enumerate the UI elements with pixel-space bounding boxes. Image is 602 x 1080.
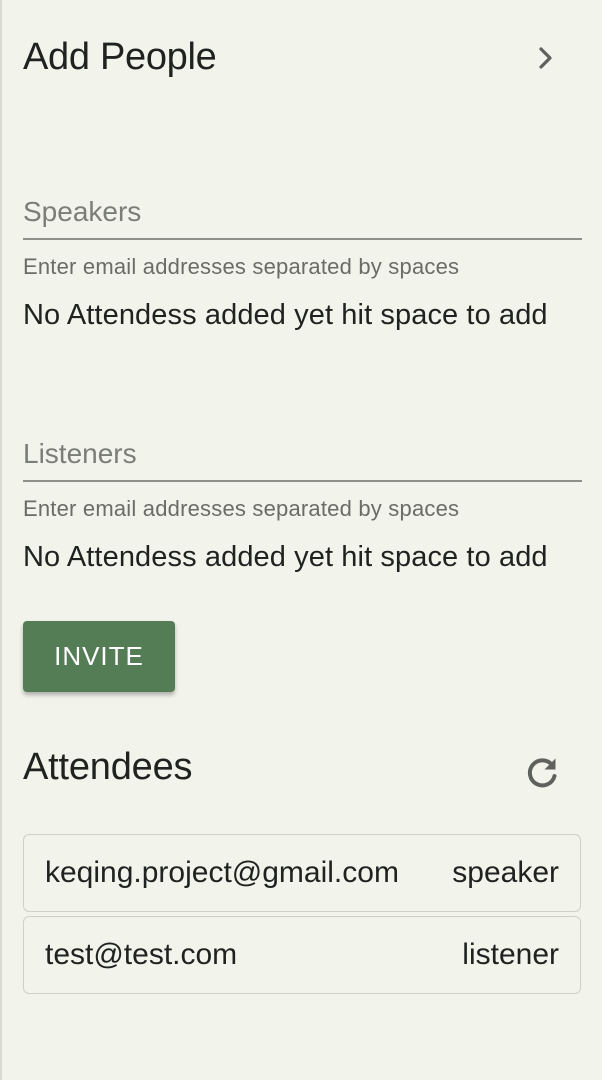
attendee-row[interactable]: test@test.com listener bbox=[23, 916, 581, 994]
speakers-empty-note: No Attendess added yet hit space to add bbox=[23, 299, 548, 331]
attendee-row[interactable]: keqing.project@gmail.com speaker bbox=[23, 834, 581, 912]
chevron-right-icon[interactable] bbox=[527, 40, 563, 76]
attendees-heading: Attendees bbox=[23, 746, 193, 788]
speakers-field: Enter email addresses separated by space… bbox=[23, 192, 582, 334]
page-title: Add People bbox=[23, 36, 217, 78]
panel-divider bbox=[0, 0, 2, 1080]
attendee-email: test@test.com bbox=[45, 938, 238, 971]
speakers-helper-text: Enter email addresses separated by space… bbox=[23, 254, 460, 279]
speakers-input[interactable] bbox=[23, 196, 582, 228]
attendee-email: keqing.project@gmail.com bbox=[45, 856, 399, 889]
invite-button[interactable]: INVITE bbox=[23, 621, 175, 692]
listeners-field: Enter email addresses separated by space… bbox=[23, 434, 582, 576]
panel-header: Add People bbox=[23, 34, 563, 82]
attendee-role: speaker bbox=[452, 856, 559, 889]
listeners-empty-note: No Attendess added yet hit space to add bbox=[23, 541, 548, 573]
attendee-role: listener bbox=[462, 938, 559, 971]
listeners-input-wrapper bbox=[23, 434, 582, 482]
listeners-input[interactable] bbox=[23, 438, 582, 470]
listeners-helper-text: Enter email addresses separated by space… bbox=[23, 496, 460, 521]
refresh-icon[interactable] bbox=[522, 754, 562, 794]
speakers-input-wrapper bbox=[23, 192, 582, 240]
attendee-list: keqing.project@gmail.com speaker test@te… bbox=[23, 834, 581, 998]
